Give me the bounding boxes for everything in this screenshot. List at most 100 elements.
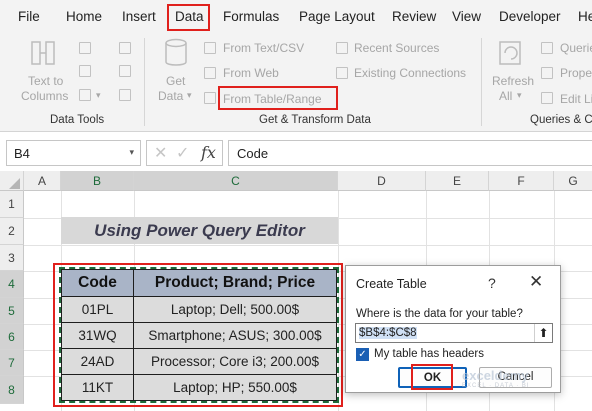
ribbon-separator <box>481 38 482 126</box>
row-header-3[interactable]: 3 <box>0 245 24 271</box>
row-header-2[interactable]: 2 <box>0 218 24 245</box>
queries-group-label: Queries & C <box>530 114 592 126</box>
text-to-columns-label1: Text to <box>28 74 64 88</box>
select-all-corner[interactable] <box>0 171 24 191</box>
row-header-7[interactable]: 7 <box>0 350 24 376</box>
formula-value: Code <box>237 146 269 161</box>
ribbon: Text to Columns ▾ Data Tools Get Data ▾ … <box>0 32 592 132</box>
database-icon <box>165 38 187 66</box>
table-cell-product[interactable]: Laptop; Dell; 500.00$ <box>133 296 337 323</box>
properties-label: Prope <box>560 66 592 80</box>
column-header-b[interactable]: B <box>61 171 134 191</box>
menu-bar: File Home Insert Data Formulas Page Layo… <box>0 0 592 32</box>
data-validation-dropdown-icon[interactable]: ▾ <box>96 90 101 101</box>
table-cell-product[interactable]: Laptop; HP; 550.00$ <box>133 374 337 401</box>
column-header-g[interactable]: G <box>554 171 592 191</box>
existing-connections-icon <box>336 67 348 79</box>
table-cell-product[interactable]: Smartphone; ASUS; 300.00$ <box>133 322 337 349</box>
arrow-up-icon: ⬆ <box>538 326 549 340</box>
text-to-columns-label2: Columns <box>21 89 69 103</box>
tab-formulas[interactable]: Formulas <box>223 9 279 24</box>
table-cell-code[interactable]: 11KT <box>61 374 134 401</box>
tab-review[interactable]: Review <box>392 9 436 24</box>
flash-fill-icon[interactable] <box>79 42 91 54</box>
enter-formula-icon[interactable]: ✓ <box>176 143 189 163</box>
headers-checkbox-label: My table has headers <box>374 348 484 360</box>
data-tab-highlight <box>167 4 210 31</box>
tab-insert[interactable]: Insert <box>122 9 156 24</box>
refresh-icon <box>499 41 521 65</box>
tab-help[interactable]: He <box>578 9 592 24</box>
existing-connections-label: Existing Connections <box>354 66 467 80</box>
name-box[interactable]: B4 ▾ <box>6 140 141 166</box>
edit-links-label: Edit Li <box>560 92 592 106</box>
tab-page-layout[interactable]: Page Layout <box>299 9 375 24</box>
range-input-value: $B$4:$C$8 <box>359 327 417 339</box>
recent-sources-icon <box>336 42 348 54</box>
remove-duplicates-icon[interactable] <box>79 65 91 77</box>
get-data-label1: Get <box>166 74 186 88</box>
table-header-product[interactable]: Product; Brand; Price <box>133 269 337 297</box>
table-header-row: Code Product; Brand; Price <box>61 269 337 297</box>
headers-checkbox[interactable]: ✓ <box>356 348 369 361</box>
text-file-icon <box>204 42 216 54</box>
relationships-icon[interactable] <box>119 65 131 77</box>
tab-file[interactable]: File <box>18 9 40 24</box>
cancel-formula-icon[interactable]: ✕ <box>154 143 167 163</box>
watermark-logo: exceldemy EXCEL · DATA · BI <box>462 368 530 389</box>
get-transform-group-label: Get & Transform Data <box>259 114 371 126</box>
row-header-4[interactable]: 4 <box>0 271 24 298</box>
help-icon[interactable]: ? <box>488 275 496 291</box>
from-text-csv-label: From Text/CSV <box>223 41 305 55</box>
refresh-dropdown-icon: ▾ <box>517 90 522 100</box>
column-header-c[interactable]: C <box>134 171 338 191</box>
table-range-input[interactable]: $B$4:$C$8 <box>355 323 553 343</box>
consolidate-icon[interactable] <box>119 42 131 54</box>
queries-label: Querie <box>560 41 592 55</box>
row-header-5[interactable]: 5 <box>0 298 24 324</box>
column-header-e[interactable]: E <box>426 171 489 191</box>
manage-data-model-icon[interactable] <box>119 89 131 101</box>
row-header-6[interactable]: 6 <box>0 324 24 350</box>
tab-view[interactable]: View <box>452 9 481 24</box>
table-row: 01PL Laptop; Dell; 500.00$ <box>61 296 337 323</box>
data-table: Code Product; Brand; Price 01PL Laptop; … <box>59 267 339 403</box>
tab-home[interactable]: Home <box>66 9 102 24</box>
data-validation-icon[interactable] <box>79 89 91 101</box>
queries-icon <box>541 42 553 54</box>
get-data-label2: Data <box>158 89 184 103</box>
column-header-f[interactable]: F <box>489 171 554 191</box>
sheet-title-cell[interactable]: Using Power Query Editor <box>61 217 338 244</box>
table-header-code[interactable]: Code <box>61 269 134 297</box>
from-web-label: From Web <box>223 66 279 80</box>
grid-line <box>24 245 592 246</box>
tab-developer[interactable]: Developer <box>499 9 561 24</box>
ok-button-highlight <box>411 364 453 390</box>
table-icon <box>204 92 216 104</box>
refresh-label2: All <box>499 89 513 103</box>
row-header-1[interactable]: 1 <box>0 191 24 218</box>
collapse-dialog-button[interactable]: ⬆ <box>534 324 552 342</box>
data-tools-group-label: Data Tools <box>50 114 105 126</box>
row-header-8[interactable]: 8 <box>0 376 24 404</box>
insert-function-icon[interactable]: fx <box>201 143 216 162</box>
formula-input[interactable]: Code <box>228 140 592 166</box>
dialog-title: Create Table <box>356 277 427 291</box>
table-cell-code[interactable]: 01PL <box>61 296 134 323</box>
close-icon[interactable]: ✕ <box>529 272 543 292</box>
table-cell-code[interactable]: 31WQ <box>61 322 134 349</box>
table-cell-product[interactable]: Processor; Core i3; 200.00$ <box>133 348 337 375</box>
column-header-d[interactable]: D <box>338 171 426 191</box>
formula-bar: B4 ▾ ⋮ ✕ ✓ fx Code <box>0 137 592 169</box>
watermark-brand: exceldemy <box>462 368 529 383</box>
recent-sources-label: Recent Sources <box>354 41 440 55</box>
column-header-a[interactable]: A <box>24 171 61 191</box>
text-to-columns-icon <box>31 41 55 65</box>
name-box-dropdown-icon[interactable]: ▾ <box>129 147 134 158</box>
table-cell-code[interactable]: 24AD <box>61 348 134 375</box>
edit-links-icon <box>541 92 553 104</box>
watermark-tagline: EXCEL · DATA · BI <box>462 383 530 389</box>
properties-icon <box>541 67 553 79</box>
table-row: 31WQ Smartphone; ASUS; 300.00$ <box>61 322 337 349</box>
table-row: 11KT Laptop; HP; 550.00$ <box>61 374 337 401</box>
